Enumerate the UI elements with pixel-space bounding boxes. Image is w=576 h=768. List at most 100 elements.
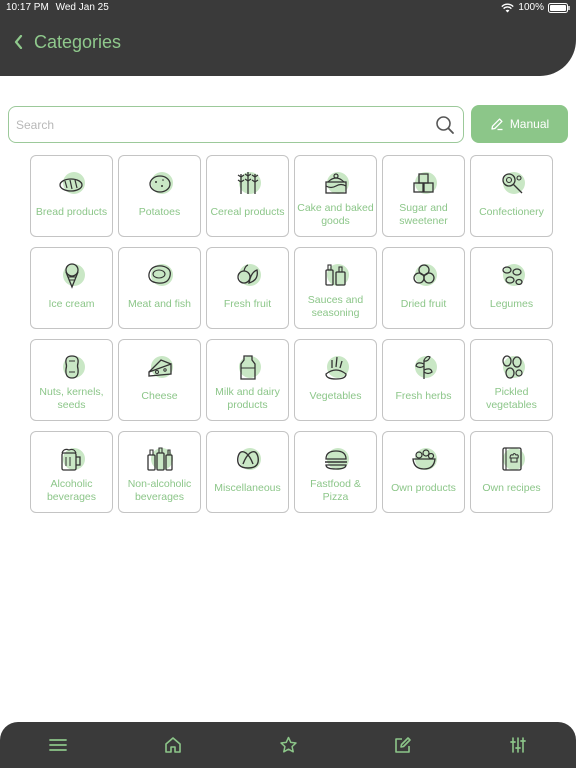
category-label: Ice cream [48, 298, 95, 310]
star-icon [279, 736, 297, 753]
bottles-icon [145, 444, 175, 474]
category-tile[interactable]: Ice cream [30, 247, 113, 329]
category-tile[interactable]: Sugar and sweetener [382, 155, 465, 237]
status-clock: 10:17 PM [6, 2, 49, 13]
category-label: Confectionery [479, 206, 544, 218]
bowl-icon [409, 444, 439, 474]
category-tile[interactable]: Potatoes [118, 155, 201, 237]
nav-menu-button[interactable] [48, 735, 68, 755]
category-tile[interactable]: Non-alcoholic beverages [118, 431, 201, 513]
category-tile[interactable]: Confectionery [470, 155, 553, 237]
category-tile[interactable]: Fresh fruit [206, 247, 289, 329]
status-indicators: 100% [501, 2, 570, 13]
category-label: Fresh herbs [395, 390, 452, 402]
category-label: Miscellaneous [214, 482, 281, 494]
category-label: Own recipes [482, 482, 541, 494]
herb-icon [409, 352, 439, 382]
category-tile[interactable]: Pickled vegetables [470, 339, 553, 421]
manual-button-label: Manual [509, 117, 550, 131]
menu-icon [49, 739, 67, 751]
category-tile[interactable]: Miscellaneous [206, 431, 289, 513]
category-label: Sugar and sweetener [399, 202, 448, 227]
sauce-bottles-icon [321, 260, 351, 290]
chevron-left-icon [14, 35, 22, 49]
category-tile[interactable]: Vegetables [294, 339, 377, 421]
home-icon [165, 737, 181, 753]
back-button[interactable] [10, 30, 26, 54]
category-label: Nuts, kernels, seeds [39, 386, 104, 411]
category-label: Dried fruit [400, 298, 447, 310]
category-label: Fresh fruit [223, 298, 272, 310]
cake-icon [321, 168, 351, 198]
nav-edit-button[interactable] [393, 735, 413, 755]
sliders-icon [510, 737, 526, 753]
title-row: Categories [0, 24, 121, 60]
sugar-cubes-icon [409, 168, 439, 198]
ice-cream-icon [57, 260, 87, 290]
wifi-icon [501, 3, 515, 13]
category-tile[interactable]: Nuts, kernels, seeds [30, 339, 113, 421]
category-tile[interactable]: Fastfood & Pizza [294, 431, 377, 513]
category-tile[interactable]: Dried fruit [382, 247, 465, 329]
category-label: Bread products [35, 206, 108, 218]
category-grid: Bread products Potatoes Cereal products Cak… [30, 155, 553, 513]
candy-icon [497, 168, 527, 198]
top-bar: 10:17 PM Wed Jan 25 100% Categories [0, 0, 576, 76]
recipe-book-icon [497, 444, 527, 474]
bread-icon [57, 168, 87, 198]
vegetables-icon [321, 352, 351, 382]
category-tile[interactable]: Legumes [470, 247, 553, 329]
potato-icon [145, 168, 175, 198]
burger-icon [321, 444, 351, 474]
nav-home-button[interactable] [163, 735, 183, 755]
category-tile[interactable]: Milk and dairy products [206, 339, 289, 421]
category-tile[interactable]: Alcoholic beverages [30, 431, 113, 513]
milk-bottle-icon [233, 352, 263, 382]
category-label: Meat and fish [127, 298, 192, 310]
category-tile[interactable]: Fresh herbs [382, 339, 465, 421]
category-tile[interactable]: Cake and baked goods [294, 155, 377, 237]
beans-icon [497, 260, 527, 290]
category-label: Own products [391, 482, 456, 494]
category-label: Milk and dairy products [215, 386, 280, 411]
nav-favorites-button[interactable] [278, 735, 298, 755]
pretzel-icon [233, 444, 263, 474]
steak-icon [145, 260, 175, 290]
category-tile[interactable]: Bread products [30, 155, 113, 237]
dried-fruit-icon [409, 260, 439, 290]
battery-icon [548, 2, 570, 13]
manual-button[interactable]: Manual [471, 105, 568, 143]
category-label: Vegetables [309, 390, 362, 402]
category-label: Legumes [489, 298, 534, 310]
search-icon[interactable] [435, 115, 455, 140]
status-time: 10:17 PM Wed Jan 25 [6, 2, 109, 13]
category-tile[interactable]: Meat and fish [118, 247, 201, 329]
category-label: Cake and baked goods [297, 202, 374, 227]
pickles-icon [497, 352, 527, 382]
fruit-icon [233, 260, 263, 290]
category-label: Cereal products [210, 206, 285, 218]
status-bar: 10:17 PM Wed Jan 25 100% [0, 0, 576, 16]
category-label: Fastfood & Pizza [310, 478, 361, 503]
category-tile[interactable]: Own products [382, 431, 465, 513]
status-date: Wed Jan 25 [55, 2, 109, 13]
edit-icon [395, 737, 411, 753]
battery-percent: 100% [518, 2, 544, 13]
category-tile[interactable]: Own recipes [470, 431, 553, 513]
category-tile[interactable]: Sauces and seasoning [294, 247, 377, 329]
category-label: Pickled vegetables [486, 386, 537, 411]
category-label: Cheese [141, 390, 178, 402]
nav-filter-button[interactable] [508, 735, 528, 755]
category-tile[interactable]: Cheese [118, 339, 201, 421]
search-box[interactable] [8, 106, 464, 143]
page-title: Categories [34, 31, 122, 52]
cheese-icon [145, 352, 175, 382]
pencil-icon [491, 118, 503, 131]
category-label: Alcoholic beverages [46, 478, 97, 503]
beer-mug-icon [57, 444, 87, 474]
category-tile[interactable]: Cereal products [206, 155, 289, 237]
search-input[interactable] [16, 107, 416, 142]
wheat-icon [233, 168, 263, 198]
category-label: Non-alcoholic beverages [127, 478, 192, 503]
category-label: Sauces and seasoning [307, 294, 364, 319]
